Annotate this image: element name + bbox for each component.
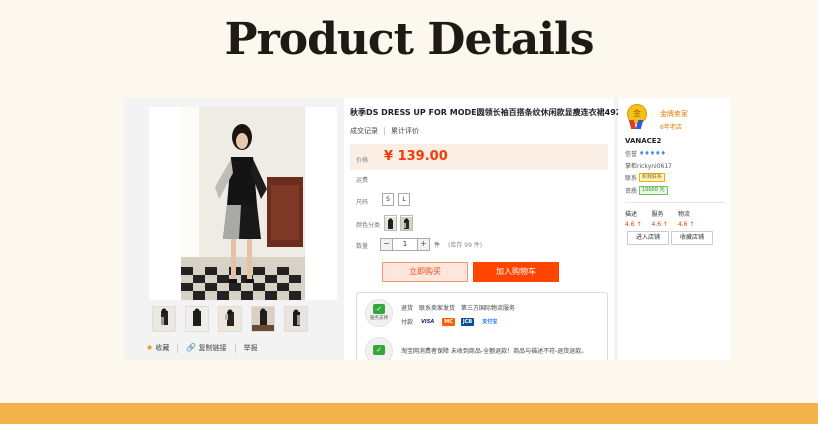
jcb-icon: JCB [460,317,475,326]
shipping-label: 运费 [356,177,369,184]
quantity-minus-button[interactable]: − [380,238,393,251]
score-service: 服务 4.6 ↑ [651,211,668,228]
thumbnail-3[interactable] [218,306,242,332]
footer-bar [0,403,818,424]
shield-icon: ✓ [373,304,385,314]
quantity-input[interactable]: 1 [393,238,417,251]
color-swatch-1[interactable] [384,215,397,231]
page-title: Product Details [224,14,595,65]
divider [384,127,385,135]
mastercard-icon: MC [442,317,455,326]
favorite-shop-button[interactable]: 收藏店铺 [671,231,713,245]
tab-transactions[interactable]: 成交记录 [350,126,378,136]
thumbnail-2[interactable] [185,306,209,332]
check-icon: ✓ [373,345,385,355]
size-label: 尺码 [356,199,369,206]
price-box: 价格 ¥ 139.00 [350,144,608,170]
product-info: 秋季DS DRESS UP FOR MODE圆领长袖百搭条纹休闲款显瘦连衣裙49… [344,98,627,360]
divider [625,202,725,203]
link-icon: 🔗 [186,343,197,352]
thumbnail-1[interactable] [152,306,176,332]
main-product-image[interactable] [149,107,337,300]
ribbon-icon [635,120,644,129]
chat-icon[interactable]: 和我联系 [639,173,666,182]
service-line-payment: 付款 VISA MC JCB 支付宝 [401,317,498,326]
model-photo [181,107,305,300]
service-line-returns: 退货 联系卖家发货 第三方国际物流服务 [401,305,516,312]
score-description: 描述 4.6 ↑ [625,211,642,228]
price-value: ¥ 139.00 [384,149,448,164]
divider [177,343,179,353]
favorite-link[interactable]: ★ 收藏 [146,343,169,353]
product-screenshot: ★ 收藏 🔗 复制链接 举报 秋季DS DRESS UP FOR MODE圆领长… [124,98,730,360]
add-to-cart-button[interactable]: 加入购物车 [473,262,559,282]
diamond-icon: ♦♦♦♦♦ [639,150,666,157]
visa-icon: VISA [421,318,435,325]
thumbnail-5[interactable] [284,306,308,332]
service-support-icon: ✓ 服务支持 [365,299,393,327]
guarantee-icon: ✓ [365,337,393,360]
alipay-icon: 支付宝 [482,318,498,325]
product-title: 秋季DS DRESS UP FOR MODE圆领长袖百搭条纹休闲款显瘦连衣裙49… [350,108,627,117]
price-label: 价格 [356,157,369,164]
score-logistics: 物流 4.6 ↑ [677,211,695,228]
quantity-plus-button[interactable]: + [417,238,430,251]
shop-name[interactable]: VANACE2 [625,137,661,145]
shopkeeper-name: 掌柜rickyni0617 [625,163,672,170]
thumbnail-4[interactable] [251,306,275,332]
quantity-stepper: − 1 + 件 (库存 99 件) [380,238,482,251]
color-swatch-2[interactable] [400,215,413,231]
enter-shop-button[interactable]: 进入店铺 [627,231,669,245]
record-tabs: 成交记录 累计评价 [350,126,419,136]
stock-count: (库存 99 件) [448,242,483,249]
deposit-badge: 10000 元 [639,186,668,195]
deposit-row: 资质 10000 元 [625,186,668,195]
seller-sidebar: 金 金牌卖家 6年老店 VANACE2 信誉 ♦♦♦♦♦ 掌柜rickyni06… [618,98,730,360]
thumbnail-strip [152,306,342,334]
gallery-actions: ★ 收藏 🔗 复制链接 举报 [146,343,258,353]
star-icon: ★ [146,343,154,352]
shop-scores: 描述 4.6 ↑ 服务 4.6 ↑ 物流 4.6 ↑ [625,209,694,228]
divider [234,343,236,353]
service-line-guarantee: 淘宝网消费者保障 未收到商品-全额退款！商品与描述不符-退货退款。 [401,348,588,355]
tab-reviews[interactable]: 累计评价 [391,126,419,136]
copy-link[interactable]: 🔗 复制链接 [186,343,226,353]
size-option-l[interactable]: L [398,193,410,206]
size-option-s[interactable]: S [382,193,394,206]
seller-level: 金牌卖家 [660,110,688,118]
service-box: ✓ 服务支持 退货 联系卖家发货 第三方国际物流服务 付款 VISA MC JC… [356,292,608,360]
quantity-label: 数量 [356,243,369,250]
buy-now-button[interactable]: 立即购买 [382,262,468,282]
credit-row: 信誉 ♦♦♦♦♦ [625,150,666,158]
color-label: 颜色分类 [356,222,381,229]
quantity-unit: 件 [434,242,441,249]
contact-row: 联系 和我联系 [625,173,666,182]
shop-age: 6年老店 [660,124,682,131]
report-link[interactable]: 举报 [244,343,258,353]
